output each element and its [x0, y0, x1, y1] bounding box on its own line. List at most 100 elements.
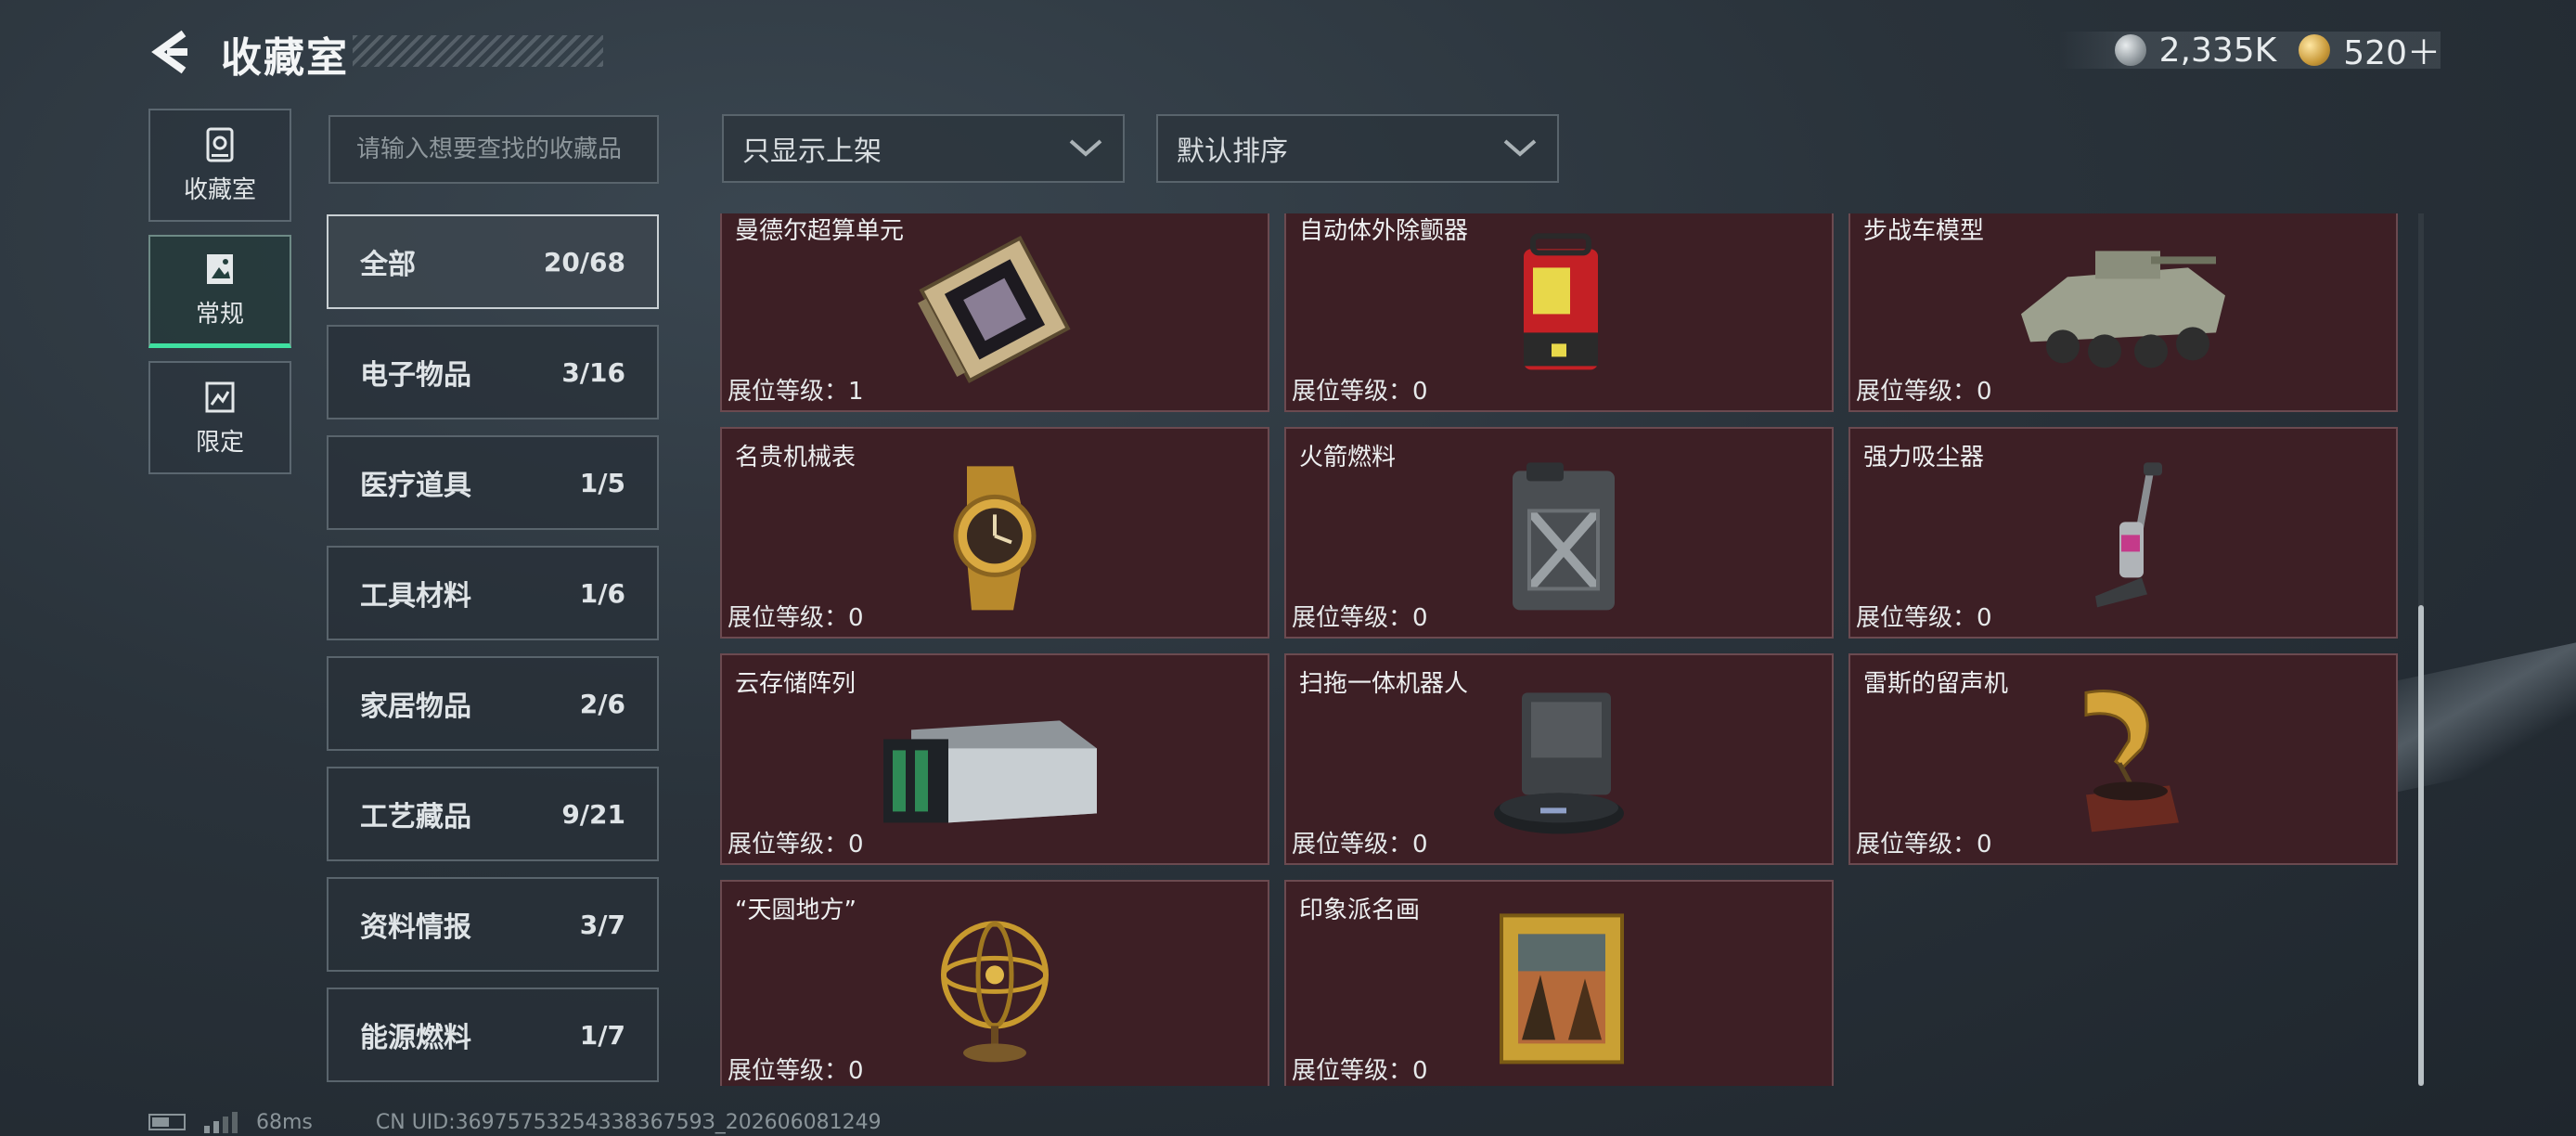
uid-text: CN UID:3697575325433836759З_202606081249	[375, 1110, 882, 1134]
collection-card-robot[interactable]: 扫拖一体机器人 展位等级：0	[1284, 653, 1834, 865]
category-count: 3/16	[561, 356, 625, 388]
status-footer: 68ms CN UID:3697575325433836759З_2026060…	[148, 1108, 882, 1136]
category-list: 全部 20/68 电子物品 3/16 医疗道具 1/5 工具材料 1/6 家居物…	[327, 214, 661, 1098]
back-arrow-icon	[151, 30, 187, 74]
chevron-down-icon	[1069, 139, 1102, 157]
server-icon	[883, 720, 1097, 823]
item-level: 展位等级：0	[728, 604, 864, 632]
category-all[interactable]: 全部 20/68	[327, 214, 659, 309]
collection-card-gramophone[interactable]: 雷斯的留声机 展位等级：0	[1848, 653, 2398, 865]
header: 收藏室 2,335K 520＋	[0, 0, 2576, 102]
painting-icon	[1500, 913, 1624, 1065]
item-level: 展位等级：0	[1292, 831, 1428, 858]
item-name: 云存储阵列	[735, 670, 857, 698]
category-label: 工艺藏品	[360, 801, 471, 833]
currency-bar: 2,335K 520＋	[2058, 31, 2441, 72]
signal-icon	[204, 1112, 238, 1133]
regular-collection-icon	[207, 254, 233, 284]
back-button[interactable]	[147, 28, 195, 76]
category-label: 工具材料	[360, 580, 471, 613]
nav-item-regular[interactable]: 常规	[148, 235, 291, 348]
item-name: “天圆地方”	[735, 897, 857, 924]
category-household[interactable]: 家居物品 2/6	[327, 656, 659, 751]
category-label: 资料情报	[360, 911, 471, 944]
nav-label: 收藏室	[183, 175, 256, 204]
category-count: 1/6	[579, 577, 625, 609]
collection-card-server[interactable]: 云存储阵列 展位等级：0	[720, 653, 1269, 865]
search-input[interactable]	[354, 135, 646, 164]
gold-coin-icon	[2299, 34, 2331, 66]
item-level: 展位等级：0	[1292, 1057, 1428, 1085]
category-label: 家居物品	[360, 691, 471, 723]
item-level: 展位等级：0	[1856, 831, 1992, 858]
gramophone-icon	[2084, 690, 2179, 833]
jerrycan-icon	[1513, 462, 1615, 611]
collection-grid-viewport[interactable]: 曼德尔超算单元 展位等级：1 自动体外除颤器 展位等级：0 步战车模型 展位等级…	[720, 213, 2407, 1086]
nav-item-vault[interactable]: 收藏室	[148, 109, 291, 222]
category-label: 能源燃料	[360, 1022, 471, 1054]
item-level: 展位等级：0	[728, 1057, 864, 1085]
nav-label: 限定	[195, 428, 244, 457]
category-label: 电子物品	[360, 359, 471, 392]
chevron-down-icon	[1503, 139, 1537, 157]
defibrillator-icon	[1524, 233, 1598, 370]
category-tools[interactable]: 工具材料 1/6	[327, 546, 659, 640]
item-name: 火箭燃料	[1299, 444, 1397, 471]
category-energy[interactable]: 能源燃料 1/7	[327, 988, 659, 1082]
category-count: 20/68	[543, 246, 625, 278]
item-level: 展位等级：0	[1292, 378, 1428, 406]
vault-icon	[206, 127, 234, 161]
category-medical[interactable]: 医疗道具 1/5	[327, 435, 659, 530]
collection-card-tank[interactable]: 步战车模型 展位等级：0	[1848, 213, 2398, 412]
collection-grid: 曼德尔超算单元 展位等级：1 自动体外除颤器 展位等级：0 步战车模型 展位等级…	[720, 213, 2398, 1086]
nav-item-limited[interactable]: 限定	[148, 361, 291, 474]
gold-currency-value[interactable]: 520＋	[2343, 26, 2441, 74]
item-name: 雷斯的留声机	[1863, 670, 2009, 698]
item-name: 曼德尔超算单元	[735, 217, 905, 245]
item-level: 展位等级：0	[728, 831, 864, 858]
collection-card-watch[interactable]: 名贵机械表 展位等级：0	[720, 427, 1269, 639]
vacuum-icon	[2095, 462, 2162, 608]
item-name: 印象派名画	[1299, 897, 1421, 924]
collection-card-painting[interactable]: 印象派名画 展位等级：0	[1284, 880, 1834, 1086]
nav-label: 常规	[195, 301, 244, 329]
limited-collection-icon	[205, 381, 235, 412]
collection-card-defibrillator[interactable]: 自动体外除颤器 展位等级：0	[1284, 213, 1834, 412]
processor-icon	[918, 235, 1071, 383]
robot-vacuum-icon	[1494, 692, 1624, 834]
category-label: 全部	[360, 249, 416, 281]
category-count: 9/21	[561, 798, 625, 830]
item-level: 展位等级：0	[1292, 604, 1428, 632]
collection-card-jerrycan[interactable]: 火箭燃料 展位等级：0	[1284, 427, 1834, 639]
item-level: 展位等级：0	[1856, 604, 1992, 632]
item-level: 展位等级：0	[1856, 378, 1992, 406]
item-name: 名贵机械表	[735, 444, 857, 471]
item-name: 扫拖一体机器人	[1299, 670, 1469, 698]
item-name: 自动体外除颤器	[1299, 217, 1469, 245]
category-crafts[interactable]: 工艺藏品 9/21	[327, 767, 659, 861]
sort-dropdown[interactable]: 默认排序	[1156, 114, 1559, 183]
tank-icon	[2021, 251, 2225, 368]
category-electronics[interactable]: 电子物品 3/16	[327, 325, 659, 420]
grid-scrollbar-thumb[interactable]	[2418, 605, 2424, 1086]
item-level: 展位等级：1	[728, 378, 864, 406]
shelf-filter-value: 只显示上架	[742, 136, 882, 168]
collection-card-processor[interactable]: 曼德尔超算单元 展位等级：1	[720, 213, 1269, 412]
category-count: 1/7	[579, 1019, 625, 1051]
collection-card-vacuum[interactable]: 强力吸尘器 展位等级：0	[1848, 427, 2398, 639]
collection-card-armillary[interactable]: “天圆地方” 展位等级：0	[720, 880, 1269, 1086]
item-name: 步战车模型	[1863, 217, 1985, 245]
battery-icon	[148, 1114, 186, 1130]
shelf-filter-dropdown[interactable]: 只显示上架	[722, 114, 1125, 183]
item-name: 强力吸尘器	[1863, 444, 1985, 471]
watch-icon	[953, 466, 1037, 611]
ping-value: 68ms	[256, 1110, 313, 1134]
category-count: 3/7	[579, 909, 625, 940]
silver-currency-value: 2,335K	[2158, 31, 2277, 70]
armillary-sphere-icon	[941, 921, 1049, 1063]
category-label: 医疗道具	[360, 470, 471, 502]
side-nav: 收藏室 常规 限定	[148, 109, 293, 487]
search-box[interactable]	[328, 115, 659, 184]
category-count: 1/5	[579, 467, 625, 498]
category-intel[interactable]: 资料情报 3/7	[327, 877, 659, 972]
